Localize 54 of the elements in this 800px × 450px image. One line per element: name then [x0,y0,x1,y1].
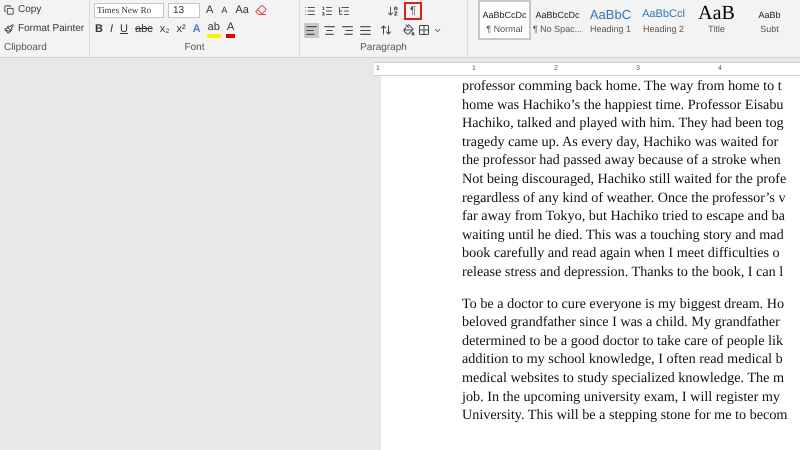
document-text-line: job. In the upcoming university exam, I will register my [462,388,780,406]
document-text-line: far away from Tokyo, but Hachiko tried to escape and ba [462,207,785,226]
shading-icon[interactable] [403,24,415,36]
format-button[interactable]: B [94,22,104,36]
align-icon[interactable] [304,22,319,38]
format-button[interactable]: U [119,22,129,36]
group-label: Clipboard [4,41,48,55]
document-text-line: medical websites to study specialized knowledge. The m [462,368,784,388]
style-button[interactable]: AaBbCcDc ¶ Normal [478,0,531,40]
document-text-line: determined to be a good doctor to take care of people lik [462,332,784,350]
document-text-line: Hachiko, talked and played with him. They had been tog [462,114,784,133]
document-text-line: the professor had passed away because of a stroke when [462,151,781,170]
style-button[interactable]: AaBb Subt [743,0,796,40]
clipboard-button[interactable]: Format Painter [4,21,85,36]
group-label: Paragraph [360,41,407,55]
clipboard-button[interactable]: Copy [4,2,85,17]
format-button[interactable]: x² [176,22,187,36]
document-text-line: waiting until he died. This was a touching story and mad [462,226,784,244]
multilevel-list-icon[interactable] [338,5,350,17]
style-button[interactable]: AaB Title [690,0,743,40]
group-label: Font [184,41,204,55]
document-text-line: University. This will be a stepping stone for me to becom [462,406,788,425]
format-button[interactable]: A [226,20,236,38]
document-text-line: beloved grandfather since I was a child. My grandfather [462,313,780,332]
document-text-line: To be a doctor to cure everyone is my biggest dream. Ho [462,294,784,314]
document-text-line: home was Hachiko’s the happiest time. Professor Eisabu [462,96,784,114]
format-button[interactable]: A [192,22,202,36]
document-text-line: Not being discouraged, Hachiko still waited for the profe [462,170,786,189]
font-button[interactable]: Aa [233,2,251,18]
style-button[interactable]: AaBbCcl Heading 2 [637,0,690,40]
numbering-icon[interactable] [321,5,333,17]
format-button[interactable]: I [108,22,114,36]
format-button[interactable]: ab [206,20,221,38]
borders-icon[interactable] [418,24,430,36]
document-text-line: book carefully and read again when I meet difficulties o [462,244,780,263]
document-text-line: release stress and depression. Thanks to the book, I can l [462,262,784,282]
font-name-field[interactable]: Times New Ro [94,2,164,18]
document-text-line: regardless of any kind of weather. Once the professor’s v [462,188,786,208]
show-marks-button[interactable]: ¶ [404,2,422,20]
style-button[interactable]: AaBbC Heading 1 [584,0,637,40]
line-spacing-icon[interactable] [380,24,392,36]
copy-icon [4,4,14,14]
format-button[interactable]: x₂ [158,22,170,36]
sort-icon[interactable] [387,5,399,17]
font-button[interactable]: A [204,2,216,18]
format-button[interactable]: abc [134,22,154,36]
style-button[interactable]: AaBbCcDc ¶ No Spac... [531,0,584,40]
paintbrush-icon [4,24,14,34]
font-button[interactable]: A [219,4,230,17]
document-text-line: professor comming back home. The way from home to t [462,77,782,96]
eraser-icon[interactable] [254,4,267,16]
document-text-line: addition to my school knowledge, I often read medical b [462,350,783,369]
document-text-line: tragedy came up. As every day, Hachiko was waited for [462,132,778,152]
font-size-field[interactable]: 13 [168,2,200,18]
